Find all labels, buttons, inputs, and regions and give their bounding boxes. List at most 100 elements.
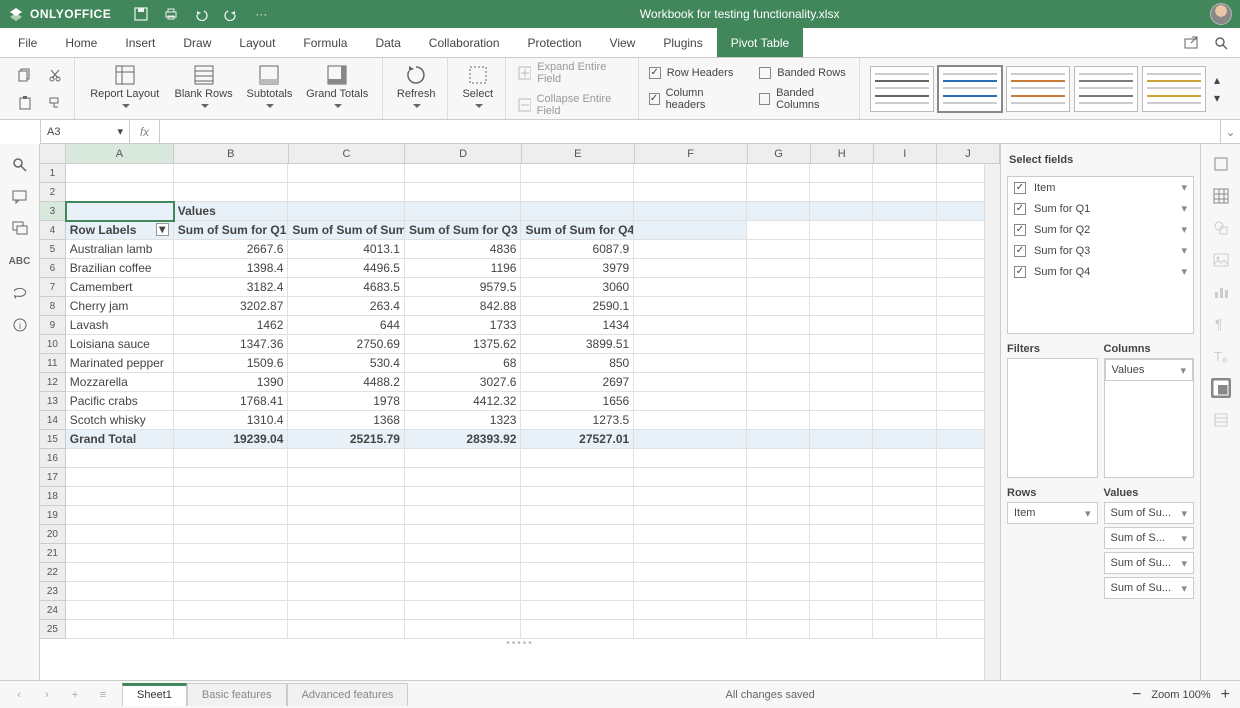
cut-icon[interactable] — [42, 63, 68, 87]
cell-C25[interactable] — [288, 620, 405, 639]
cell-G8[interactable] — [747, 297, 810, 316]
cell-A12[interactable]: Mozzarella — [66, 373, 174, 392]
cell-A5[interactable]: Australian lamb — [66, 240, 174, 259]
cell-B6[interactable]: 1398.4 — [174, 259, 289, 278]
cell-F20[interactable] — [634, 525, 747, 544]
cell-C18[interactable] — [288, 487, 405, 506]
cell-H1[interactable] — [810, 164, 873, 183]
cell-C14[interactable]: 1368 — [288, 411, 405, 430]
cell-D14[interactable]: 1323 — [405, 411, 522, 430]
cell-C19[interactable] — [288, 506, 405, 525]
cell-A13[interactable]: Pacific crabs — [66, 392, 174, 411]
cell-H21[interactable] — [810, 544, 873, 563]
cell-A10[interactable]: Loisiana sauce — [66, 335, 174, 354]
cell-I12[interactable] — [873, 373, 936, 392]
cell-A19[interactable] — [66, 506, 174, 525]
value-field[interactable]: Sum of Su...▾ — [1104, 577, 1195, 599]
value-field[interactable]: Sum of Su...▾ — [1104, 502, 1195, 524]
values-box[interactable]: Sum of Su...▾Sum of S...▾Sum of Su...▾Su… — [1104, 502, 1195, 599]
cell-H13[interactable] — [810, 392, 873, 411]
cell-G22[interactable] — [747, 563, 810, 582]
cell-D18[interactable] — [405, 487, 522, 506]
tab-prev-icon[interactable]: ‹ — [10, 686, 28, 704]
cell-I19[interactable] — [873, 506, 936, 525]
cell-I4[interactable] — [873, 221, 936, 240]
cell-I23[interactable] — [873, 582, 936, 601]
sheet-list-icon[interactable]: ≡ — [94, 686, 112, 704]
cell-A15[interactable]: Grand Total — [66, 430, 174, 449]
cell-C10[interactable]: 2750.69 — [288, 335, 405, 354]
menu-formula[interactable]: Formula — [289, 28, 361, 57]
cell-B20[interactable] — [174, 525, 289, 544]
undo-icon[interactable] — [193, 6, 209, 22]
cell-G11[interactable] — [747, 354, 810, 373]
user-avatar[interactable] — [1210, 3, 1232, 25]
about-icon[interactable]: i — [11, 316, 29, 334]
cell-H5[interactable] — [810, 240, 873, 259]
cell-I21[interactable] — [873, 544, 936, 563]
cell-F18[interactable] — [634, 487, 747, 506]
cell-A8[interactable]: Cherry jam — [66, 297, 174, 316]
cell-E16[interactable] — [521, 449, 634, 468]
cell-H9[interactable] — [810, 316, 873, 335]
cell-E8[interactable]: 2590.1 — [521, 297, 634, 316]
cell-H16[interactable] — [810, 449, 873, 468]
formula-expand-icon[interactable]: ⌄ — [1220, 120, 1240, 143]
cell-G6[interactable] — [747, 259, 810, 278]
cell-C24[interactable] — [288, 601, 405, 620]
cell-H22[interactable] — [810, 563, 873, 582]
print-icon[interactable] — [163, 6, 179, 22]
cell-F23[interactable] — [634, 582, 747, 601]
cell-H17[interactable] — [810, 468, 873, 487]
cell-I22[interactable] — [873, 563, 936, 582]
cell-D15[interactable]: 28393.92 — [405, 430, 522, 449]
cell-H3[interactable] — [810, 202, 873, 221]
field-sum-for-q2[interactable]: Sum for Q2▾ — [1008, 219, 1193, 240]
cell-A17[interactable] — [66, 468, 174, 487]
cell-E4[interactable]: Sum of Sum for Q4 — [521, 221, 634, 240]
cell-A3[interactable] — [66, 202, 174, 221]
columns-box[interactable]: Values▾ — [1104, 358, 1195, 478]
cell-F9[interactable] — [634, 316, 747, 335]
cell-H18[interactable] — [810, 487, 873, 506]
menu-protection[interactable]: Protection — [514, 28, 596, 57]
styles-up-icon[interactable]: ▴ — [1214, 73, 1228, 87]
cell-C1[interactable] — [288, 164, 405, 183]
sheet-tab-sheet1[interactable]: Sheet1 — [122, 683, 187, 706]
cell-F14[interactable] — [634, 411, 747, 430]
cell-A6[interactable]: Brazilian coffee — [66, 259, 174, 278]
cell-B22[interactable] — [174, 563, 289, 582]
cell-D22[interactable] — [405, 563, 522, 582]
paragraph-settings-icon[interactable]: ¶ — [1211, 314, 1231, 334]
menu-pivot-table[interactable]: Pivot Table — [717, 28, 803, 57]
cell-G5[interactable] — [747, 240, 810, 259]
cell-D20[interactable] — [405, 525, 522, 544]
cell-I9[interactable] — [873, 316, 936, 335]
cell-D23[interactable] — [405, 582, 522, 601]
cell-I10[interactable] — [873, 335, 936, 354]
pivot-style-thumb[interactable] — [870, 66, 934, 112]
cell-D21[interactable] — [405, 544, 522, 563]
cell-A11[interactable]: Marinated pepper — [66, 354, 174, 373]
cell-F13[interactable] — [634, 392, 747, 411]
cell-D25[interactable] — [405, 620, 522, 639]
chart-settings-icon[interactable] — [1211, 282, 1231, 302]
cell-G7[interactable] — [747, 278, 810, 297]
cell-D1[interactable] — [405, 164, 522, 183]
menu-layout[interactable]: Layout — [225, 28, 289, 57]
cell-G13[interactable] — [747, 392, 810, 411]
cell-D8[interactable]: 842.88 — [405, 297, 522, 316]
cell-I11[interactable] — [873, 354, 936, 373]
cell-A21[interactable] — [66, 544, 174, 563]
cell-I15[interactable] — [873, 430, 936, 449]
cell-F6[interactable] — [634, 259, 747, 278]
cell-G15[interactable] — [747, 430, 810, 449]
cell-B3[interactable]: Values — [174, 202, 289, 221]
report-layout-button[interactable]: Report Layout — [83, 64, 167, 112]
menu-draw[interactable]: Draw — [169, 28, 225, 57]
columns-value[interactable]: Values▾ — [1105, 359, 1194, 381]
horizontal-scroll-handle[interactable]: ••••• — [506, 638, 534, 649]
cell-I3[interactable] — [873, 202, 936, 221]
cell-I18[interactable] — [873, 487, 936, 506]
cell-E2[interactable] — [521, 183, 634, 202]
